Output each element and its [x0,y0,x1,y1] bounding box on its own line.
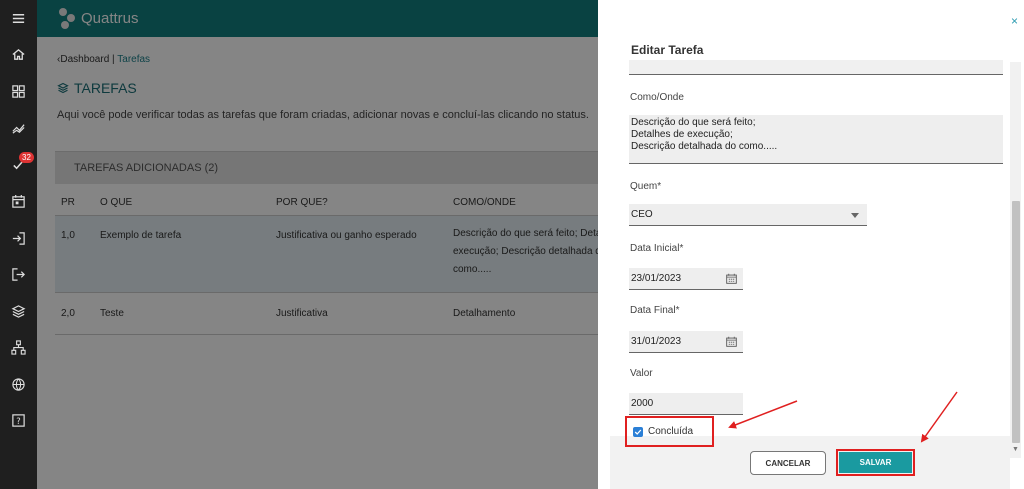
sidebar: 32 ? [0,0,37,489]
tasks-check-icon[interactable]: 32 [0,150,37,178]
value-input[interactable]: 2000 [629,393,743,415]
how-label: Como/Onde [630,92,684,103]
home-icon[interactable] [0,40,37,68]
start-date-label: Data Inicial* [630,243,684,254]
logout-icon[interactable] [0,260,37,288]
globe-icon[interactable] [0,370,37,398]
done-label[interactable]: Concluída [648,426,693,437]
panel-title: Editar Tarefa [631,43,704,57]
previous-field[interactable] [629,60,1003,75]
end-date-value: 31/01/2023 [631,336,682,347]
help-icon[interactable]: ? [0,406,37,434]
trend-icon[interactable] [0,113,37,141]
scroll-down-icon[interactable]: ▼ [1011,446,1020,454]
chevron-down-icon [851,213,859,218]
login-icon[interactable] [0,224,37,252]
start-date-value: 23/01/2023 [631,273,682,284]
layers-icon[interactable] [0,297,37,325]
who-select-value: CEO [631,209,653,220]
who-label: Quem* [630,181,662,192]
dashboard-icon[interactable] [0,77,37,105]
done-checkbox[interactable] [633,426,643,437]
save-button[interactable]: SALVAR [839,452,912,473]
done-checkbox-highlight: Concluída [625,416,714,447]
menu-icon[interactable] [0,4,37,32]
check-icon [634,429,642,435]
cancel-button[interactable]: CANCELAR [750,451,826,475]
end-date-label: Data Final* [630,305,680,316]
end-date-input[interactable]: 31/01/2023 [629,331,743,353]
org-chart-icon[interactable] [0,333,37,361]
notification-badge: 32 [19,152,34,163]
modal-overlay[interactable] [37,0,598,489]
calendar-icon[interactable] [726,273,737,284]
start-date-input[interactable]: 23/01/2023 [629,268,743,290]
scrollbar-thumb[interactable] [1012,201,1020,443]
edit-task-panel: × Editar Tarefa Como/Onde Descrição do q… [598,0,1024,489]
calendar-icon[interactable] [0,187,37,215]
svg-text:?: ? [16,415,20,425]
how-textarea[interactable]: Descrição do que será feito; Detalhes de… [629,115,1003,164]
value-label: Valor [630,368,653,379]
who-select[interactable]: CEO [629,204,867,226]
calendar-icon[interactable] [726,336,737,347]
close-icon[interactable]: × [1011,14,1018,28]
